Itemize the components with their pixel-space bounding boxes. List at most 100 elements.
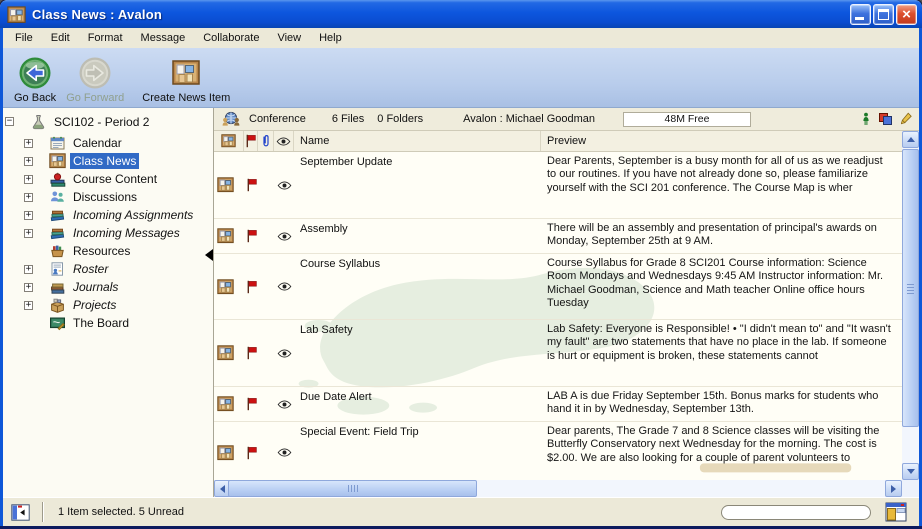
- window-panel-icon[interactable]: [885, 502, 907, 522]
- sidebar-item-incoming-messages[interactable]: +Incoming Messages: [3, 224, 213, 242]
- pane-toggle-icon[interactable]: [11, 504, 30, 521]
- scroll-up-button[interactable]: [902, 131, 919, 148]
- news-item-preview: Course Syllabus for Grade 8 SCI201 Cours…: [541, 254, 902, 319]
- expand-icon[interactable]: +: [24, 301, 33, 310]
- menu-item-collaborate[interactable]: Collaborate: [194, 30, 268, 46]
- news-item-preview: Lab Safety: Everyone is Responsible! • "…: [541, 320, 902, 386]
- status-bar: 1 Item selected. 5 Unread: [3, 497, 919, 526]
- column-header-name[interactable]: Name: [294, 131, 541, 151]
- news-item-preview: There will be an assembly and presentati…: [541, 219, 902, 253]
- news-item-name: Lab Safety: [294, 320, 541, 386]
- create-news-item-button[interactable]: Create News Item: [137, 53, 235, 106]
- eye-icon: [274, 282, 294, 291]
- row-status-icons: [214, 387, 294, 421]
- status-text: 1 Item selected. 5 Unread: [58, 506, 184, 518]
- eye-icon: [274, 181, 294, 190]
- sidebar-item-sci102-period-2[interactable]: − SCI102 - Period 2: [3, 112, 213, 131]
- server-identity: Avalon : Michael Goodman: [463, 113, 595, 125]
- expand-icon[interactable]: +: [24, 139, 33, 148]
- scroll-right-button[interactable]: [885, 480, 902, 497]
- expand-icon[interactable]: +: [24, 229, 33, 238]
- horizontal-scroll-thumb[interactable]: [228, 480, 477, 497]
- thumb-grip: [348, 485, 359, 492]
- status-divider: [42, 502, 44, 522]
- pencil-icon: [901, 112, 912, 126]
- close-button[interactable]: [896, 4, 917, 25]
- roster-list-icon: [49, 261, 66, 277]
- eye-icon: [274, 448, 294, 457]
- sidebar-item-label: Journals: [70, 279, 121, 295]
- news-item-row-due-date-alert[interactable]: Due Date AlertLAB A is due Friday Septem…: [214, 387, 902, 422]
- menu-item-view[interactable]: View: [268, 30, 310, 46]
- news-list: September UpdateDear Parents, September …: [214, 152, 902, 480]
- news-item-icon: [217, 228, 244, 244]
- thumb-grip: [907, 283, 914, 294]
- go-back-label: Go Back: [14, 92, 56, 104]
- main-body: − SCI102 - Period 2 + Calendar+Class News…: [3, 108, 919, 497]
- sidebar-item-incoming-assignments[interactable]: + Incoming Assignments: [3, 206, 213, 224]
- sidebar-item-class-news[interactable]: +Class News: [3, 152, 213, 170]
- news-item-row-special-event-field-trip[interactable]: Special Event: Field TripDear parents, T…: [214, 422, 902, 480]
- item-type-column-icon[interactable]: [214, 131, 244, 151]
- go-forward-button[interactable]: Go Forward: [61, 53, 129, 106]
- news-item-icon: [217, 177, 244, 193]
- menu-item-edit[interactable]: Edit: [42, 30, 79, 46]
- collapse-icon[interactable]: −: [5, 117, 14, 126]
- sidebar-item-the-board[interactable]: The Board: [3, 314, 213, 332]
- sidebar-item-course-content[interactable]: + Course Content: [3, 170, 213, 188]
- go-back-button[interactable]: Go Back: [9, 53, 61, 106]
- paperclip-column-icon[interactable]: [258, 131, 274, 151]
- news-item-row-assembly[interactable]: AssemblyThere will be an assembly and pr…: [214, 219, 902, 254]
- menu-item-format[interactable]: Format: [79, 30, 132, 46]
- sidebar-collapse-handle[interactable]: [205, 249, 213, 261]
- row-status-icons: [214, 254, 294, 319]
- expand-icon[interactable]: +: [24, 193, 33, 202]
- sidebar-item-label: Incoming Assignments: [70, 207, 196, 223]
- expand-icon[interactable]: +: [24, 175, 33, 184]
- scroll-down-button[interactable]: [902, 463, 919, 480]
- sidebar-item-label: Calendar: [70, 135, 125, 151]
- row-status-icons: [214, 219, 294, 253]
- vertical-scroll-thumb[interactable]: [902, 149, 919, 427]
- menu-item-message[interactable]: Message: [132, 30, 195, 46]
- flag-icon: [244, 446, 258, 460]
- sidebar-item-calendar[interactable]: + Calendar: [3, 134, 213, 152]
- app-bulletin-board-icon: [7, 6, 26, 23]
- conference-info-bar: Conference 6 Files 0 Folders Avalon : Mi…: [214, 108, 919, 131]
- sidebar-item-journals[interactable]: + Journals: [3, 278, 213, 296]
- sidebar-item-roster[interactable]: +Roster: [3, 260, 213, 278]
- eye-column-icon[interactable]: [274, 131, 294, 151]
- sidebar-item-label: Course Content: [70, 171, 160, 187]
- sidebar-item-projects[interactable]: +Projects: [3, 296, 213, 314]
- menu-item-help[interactable]: Help: [310, 30, 351, 46]
- expand-icon[interactable]: +: [24, 211, 33, 220]
- expand-icon[interactable]: +: [24, 265, 33, 274]
- journals-icon: [49, 279, 66, 295]
- sidebar-item-label: Discussions: [70, 189, 140, 205]
- sidebar-item-resources[interactable]: Resources: [3, 242, 213, 260]
- maximize-button[interactable]: [873, 4, 894, 25]
- minimize-button[interactable]: [850, 4, 871, 25]
- back-arrow-icon: [18, 55, 52, 91]
- news-item-row-course-syllabus[interactable]: Course SyllabusCourse Syllabus for Grade…: [214, 254, 902, 320]
- news-item-row-lab-safety[interactable]: Lab SafetyLab Safety: Everyone is Respon…: [214, 320, 902, 387]
- folders-count: 0 Folders: [377, 113, 423, 125]
- news-item-name: Due Date Alert: [294, 387, 541, 421]
- conference-status-icons: [862, 112, 914, 126]
- flask-icon: [30, 114, 47, 130]
- bulletin-board-icon: [171, 55, 201, 91]
- sidebar-item-discussions[interactable]: + Discussions: [3, 188, 213, 206]
- horizontal-scrollbar[interactable]: [214, 480, 902, 497]
- expand-icon[interactable]: +: [24, 283, 33, 292]
- down-arrow-icon: [907, 469, 915, 474]
- expand-icon[interactable]: +: [24, 157, 33, 166]
- column-header-preview[interactable]: Preview: [541, 131, 902, 151]
- vertical-scrollbar[interactable]: [902, 131, 919, 480]
- flag-icon: [244, 346, 258, 360]
- basket-icon: [49, 243, 66, 259]
- flag-column-icon[interactable]: [244, 131, 258, 151]
- menu-item-file[interactable]: File: [6, 30, 42, 46]
- chalkboard-icon: [49, 315, 66, 331]
- news-item-row-september-update[interactable]: September UpdateDear Parents, September …: [214, 152, 902, 219]
- title-bar[interactable]: Class News : Avalon: [0, 0, 922, 28]
